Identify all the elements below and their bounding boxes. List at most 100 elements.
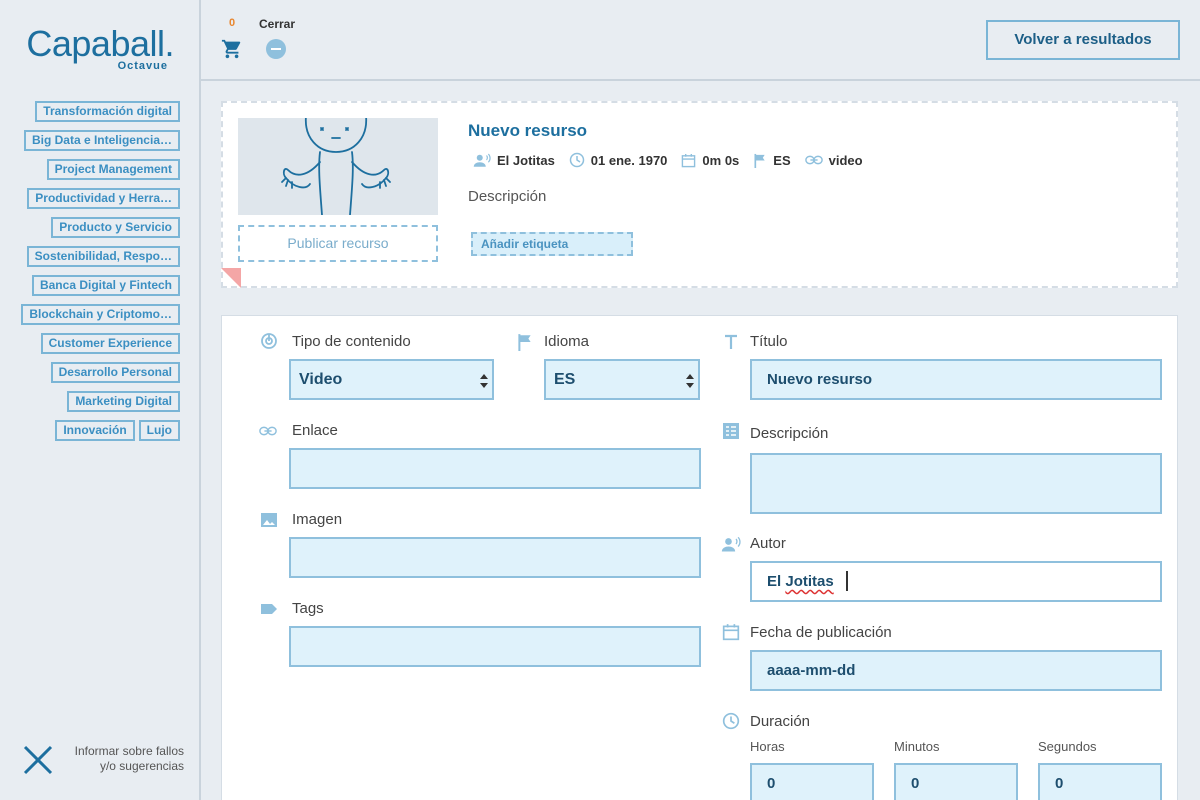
pubdate-input[interactable]: aaaa-mm-dd	[750, 650, 1162, 691]
category-row: Customer Experience	[40, 333, 180, 354]
image-label: Imagen	[292, 511, 343, 528]
author-input[interactable]: El Jotitas	[750, 561, 1162, 602]
category-chip[interactable]: Producto y Servicio	[51, 217, 180, 238]
category-row: Productividad y Herra…	[27, 188, 180, 209]
select-arrows-icon	[480, 374, 488, 388]
shopping-cart-icon[interactable]	[221, 38, 243, 60]
category-chip[interactable]: Blockchain y Criptomo…	[21, 304, 180, 325]
image-icon	[261, 513, 277, 527]
image-input[interactable]	[289, 537, 701, 578]
category-chip[interactable]: Desarrollo Personal	[50, 362, 180, 383]
flag-icon	[754, 153, 765, 168]
description-textarea[interactable]	[750, 453, 1162, 514]
link-input[interactable]	[289, 448, 701, 489]
meta-author: El Jotitas	[473, 152, 555, 168]
category-row: Transformación digital	[35, 101, 180, 122]
resource-description: Descripción	[468, 188, 547, 205]
title-input[interactable]: Nuevo resurso	[750, 359, 1162, 400]
resource-preview-card: Publicar recurso Nuevo resurso El Jotita…	[221, 101, 1178, 288]
author-word-2: Jotitas	[785, 573, 834, 590]
content-type-value: Video	[299, 371, 343, 388]
calendar-icon	[682, 153, 696, 167]
content-type-icon	[261, 333, 277, 349]
category-chip[interactable]: Customer Experience	[40, 333, 180, 354]
author-icon	[721, 536, 741, 552]
category-row: Banca Digital y Fintech	[31, 275, 180, 296]
meta-type: video	[804, 152, 863, 168]
logo[interactable]: Capaball. Octavue	[24, 24, 184, 76]
resource-title: Nuevo resurso	[468, 121, 588, 140]
language-select[interactable]: ES	[544, 359, 700, 400]
resource-form: Tipo de contenido Video Idioma ES Título…	[221, 315, 1178, 800]
meta-duration: 0m 0s	[681, 153, 739, 168]
category-chip[interactable]: Banca Digital y Fintech	[31, 275, 180, 296]
category-chip[interactable]: Marketing Digital	[67, 391, 180, 412]
logo-main: Capaball.	[26, 23, 174, 64]
language-label: Idioma	[544, 333, 590, 350]
resource-thumbnail	[238, 118, 438, 215]
minutes-input[interactable]: 0	[894, 763, 1018, 800]
clock-icon	[569, 152, 585, 168]
select-arrows-icon	[686, 374, 694, 388]
tags-label: Tags	[292, 600, 324, 617]
language-value: ES	[554, 371, 576, 388]
feedback-text[interactable]: Informar sobre fallos y/o sugerencias	[75, 744, 184, 774]
category-row: Marketing Digital	[67, 391, 180, 412]
category-chip[interactable]: Big Data e Inteligencia…	[23, 130, 180, 151]
shrug-illustration	[281, 118, 391, 215]
resource-meta: El Jotitas 01 ene. 1970 0m 0s ES video	[473, 152, 867, 168]
author-icon	[473, 153, 491, 167]
author-word-1: El	[767, 573, 782, 590]
link-label: Enlace	[292, 422, 338, 439]
category-chip[interactable]: Transformación digital	[35, 101, 180, 122]
topbar: 0 Cerrar Volver a resultados	[201, 0, 1200, 81]
title-label: Título	[750, 333, 788, 350]
corner-marker	[221, 268, 241, 288]
meta-duration-text: 0m 0s	[702, 152, 740, 168]
category-row: Innovación Lujo	[55, 420, 180, 441]
meta-language: ES	[753, 152, 791, 168]
tags-input[interactable]	[289, 626, 701, 667]
minutes-label: Minutos	[894, 739, 940, 754]
category-chip[interactable]: Innovación	[55, 420, 135, 441]
meta-date-text: 01 ene. 1970	[590, 152, 668, 168]
calendar-icon	[722, 624, 740, 641]
category-row: Sostenibilidad, Respo…	[26, 246, 180, 267]
flag-icon	[518, 334, 531, 351]
tag-icon	[261, 604, 277, 614]
feedback-line-1: Informar sobre fallos	[74, 744, 184, 758]
description-icon	[723, 423, 739, 439]
minus-circle-icon[interactable]	[266, 39, 286, 59]
feedback-line-2: y/o sugerencias	[99, 759, 184, 773]
category-row: Desarrollo Personal	[50, 362, 180, 383]
sidebar: Capaball. Octavue Transformación digital…	[0, 0, 201, 800]
content-type-select[interactable]: Video	[289, 359, 494, 400]
logo-sub: Octavue	[117, 60, 168, 72]
link-icon	[259, 426, 277, 436]
category-row: Blockchain y Criptomo…	[21, 304, 180, 325]
category-chip[interactable]: Lujo	[138, 420, 180, 441]
feedback-link[interactable]: Informar sobre fallos y/o sugerencias	[22, 740, 186, 780]
meta-language-text: ES	[773, 152, 791, 168]
category-chip[interactable]: Project Management	[46, 159, 180, 180]
back-to-results-button[interactable]: Volver a resultados	[986, 20, 1180, 60]
category-list: Transformación digital Big Data e Intelig…	[10, 101, 180, 441]
category-chip[interactable]: Sostenibilidad, Respo…	[26, 246, 180, 267]
seconds-input[interactable]: 0	[1038, 763, 1162, 800]
link-icon	[804, 155, 823, 165]
cart-count: 0	[229, 17, 236, 29]
duration-label: Duración	[750, 713, 811, 730]
content-type-label: Tipo de contenido	[292, 333, 411, 350]
text-cursor	[846, 571, 848, 591]
publish-resource-button[interactable]: Publicar recurso	[238, 225, 438, 262]
category-chip[interactable]: Productividad y Herra…	[27, 188, 180, 209]
meta-type-text: video	[828, 152, 863, 168]
seconds-label: Segundos	[1038, 739, 1097, 754]
add-tag-button[interactable]: Añadir etiqueta	[471, 232, 633, 256]
pubdate-label: Fecha de publicación	[750, 624, 892, 641]
hours-input[interactable]: 0	[750, 763, 874, 800]
category-row: Big Data e Inteligencia…	[23, 130, 180, 151]
close-x-icon[interactable]	[22, 744, 54, 776]
author-label: Autor	[750, 535, 786, 552]
meta-date: 01 ene. 1970	[569, 152, 668, 168]
